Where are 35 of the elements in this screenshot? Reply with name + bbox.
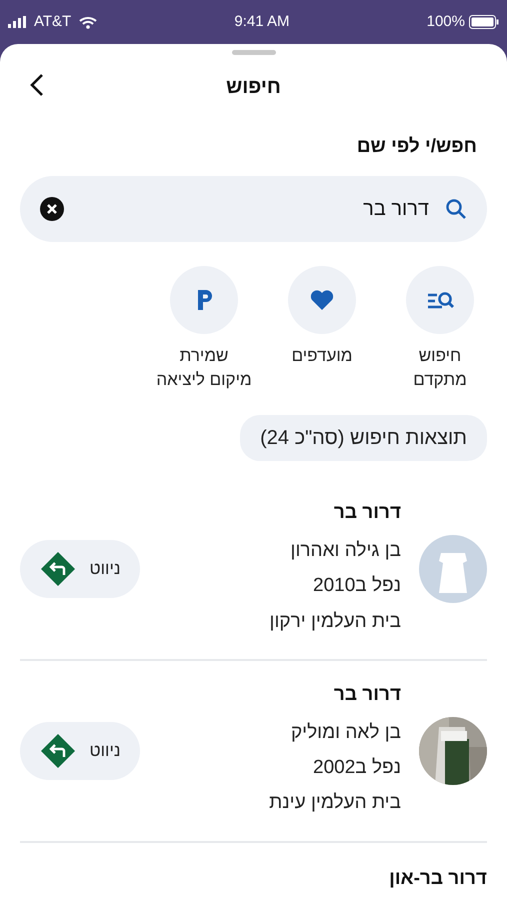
battery-icon [469,15,499,29]
avatar-placeholder-icon [419,534,487,603]
result-name: דרור בר [332,500,401,525]
result-row[interactable]: דרור בר בן לאה ומוליק נפל ב2002 בית העלמין עינת ניווט [20,660,487,843]
search-label: חפש/י לפי שם [356,135,477,159]
result-name: דרור בר [332,682,401,707]
drag-handle[interactable] [232,50,276,55]
directions-icon [40,550,76,587]
search-field[interactable]: דרור בר [20,176,487,242]
action-button[interactable]: חיפוש מתקדם [385,266,495,393]
result-name: דרור בר-און [388,866,487,891]
result-cemetery: בית העלמין עינת [268,791,401,816]
search-input[interactable]: דרור בר [78,192,431,224]
action-button[interactable]: מועדפים [267,266,377,393]
result-year: נפל ב2010 [312,574,401,598]
directions-icon [40,732,76,769]
back-icon [30,73,44,97]
page-title: חיפוש [226,75,281,100]
result-parents: בן לאה ומוליק [290,721,401,746]
result-year: נפל ב2002 [312,756,401,780]
signal-icon [8,16,26,28]
result-row[interactable]: דרור בר בן גילה ואהרון נפל ב2010 בית העלמין ירקון ניווט [20,478,487,661]
wifi-icon [79,16,98,28]
result-parents: בן גילה ואהרון [290,539,401,564]
results-count: תוצאות חיפוש (סה"כ 24) [240,414,487,461]
battery-percent: 100% [426,12,465,32]
carrier-name: AT&T [34,12,72,32]
back-button[interactable] [30,73,44,98]
action-button[interactable]: שמירת מיקום ליציאה [149,266,259,393]
clock-time: 9:41 AM [234,12,290,32]
result-cemetery: בית העלמין ירקון [268,610,401,634]
clear-icon[interactable] [40,196,64,220]
search-icon [445,198,467,220]
navigate-button[interactable]: ניווט [20,540,140,598]
navigate-button[interactable]: ניווט [20,722,140,780]
